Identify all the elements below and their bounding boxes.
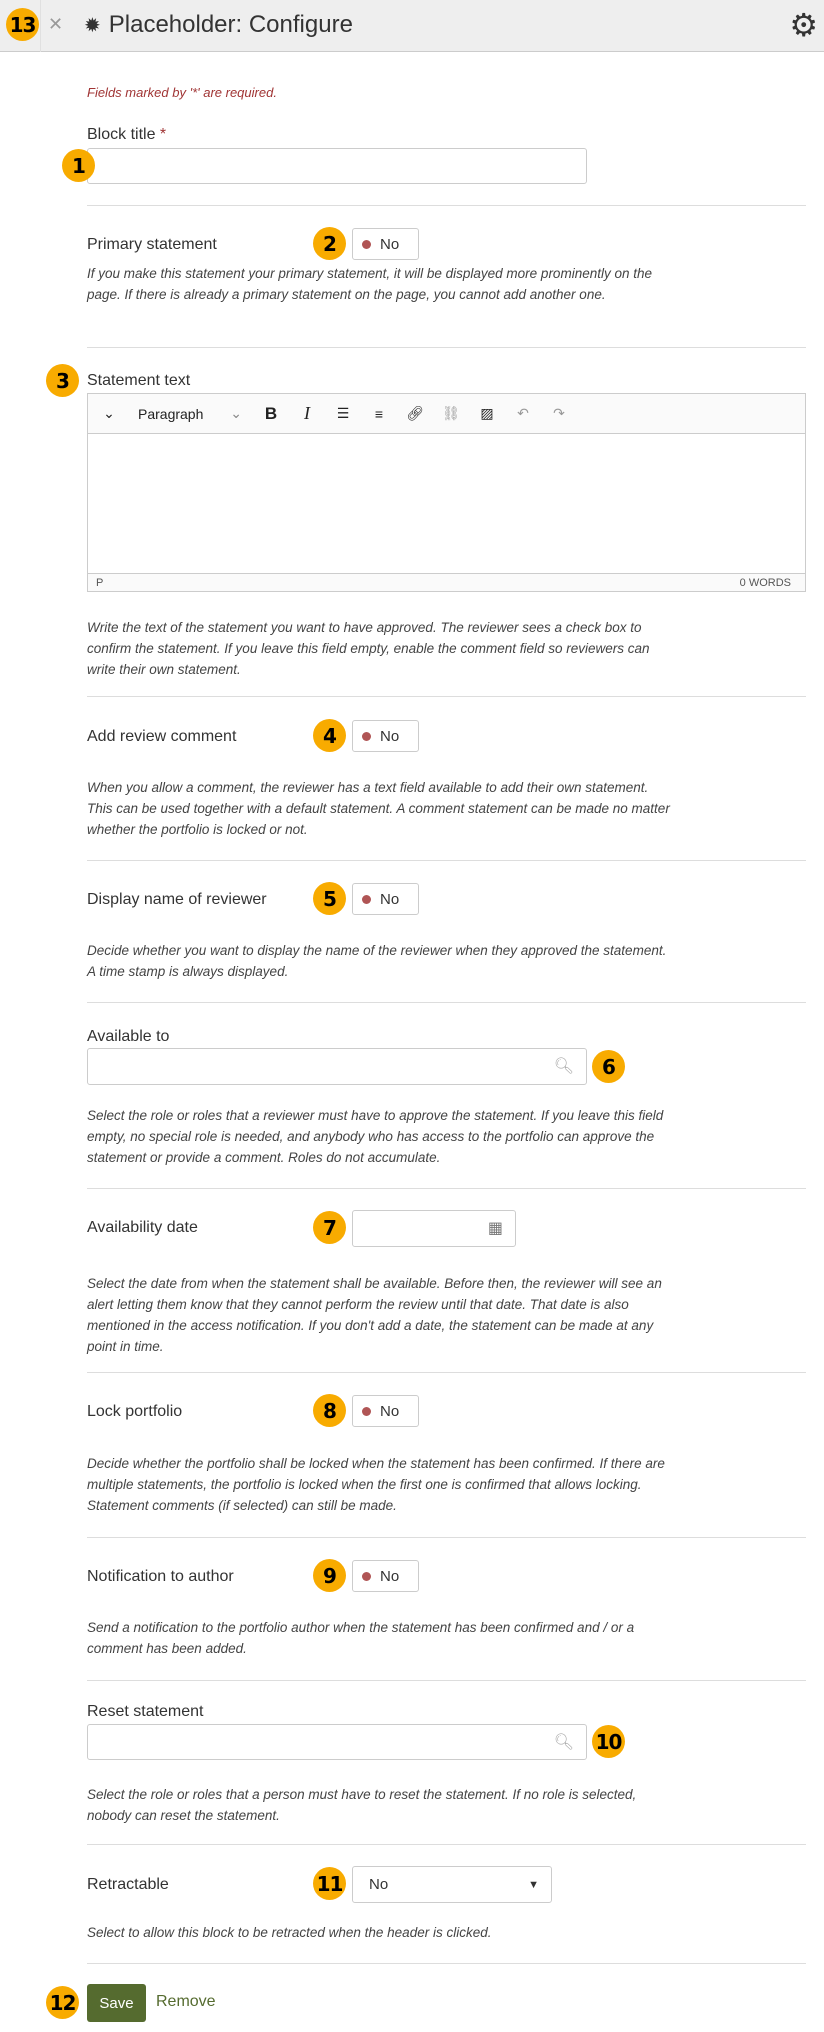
- block-title-input[interactable]: [87, 148, 587, 184]
- callout-badge: 1: [62, 149, 95, 182]
- title-text: Placeholder: Configure: [108, 11, 353, 38]
- remove-link[interactable]: Remove: [156, 1993, 216, 2011]
- off-dot-icon: [362, 731, 371, 741]
- callout-badge: 4: [313, 719, 346, 752]
- availability-date-label: Availability date: [87, 1219, 198, 1236]
- numbered-list-icon[interactable]: ≡: [364, 399, 394, 429]
- link-icon[interactable]: 🔗︎: [400, 399, 430, 429]
- caret-down-icon: ▼: [528, 1878, 539, 1891]
- undo-icon[interactable]: ↶: [508, 399, 538, 429]
- divider: [87, 696, 806, 697]
- image-icon[interactable]: ▨: [472, 399, 502, 429]
- callout-badge: 11: [313, 1867, 346, 1900]
- callout-badge: 3: [46, 364, 79, 397]
- primary-statement-toggle[interactable]: No: [352, 228, 419, 260]
- callout-badge: 7: [313, 1211, 346, 1244]
- editor-toolbar: ⌄ Paragraph ⌄ B I ☰ ≡ 🔗︎ ⛓︎ ▨ ↶ ↷: [88, 394, 805, 434]
- off-dot-icon: [362, 894, 371, 904]
- callout-badge: 12: [46, 1986, 79, 2019]
- divider: [87, 1537, 806, 1538]
- lock-portfolio-label: Lock portfolio: [87, 1403, 183, 1420]
- gears-icon[interactable]: ⚙: [789, 6, 818, 44]
- word-count: 0 WORDS: [739, 576, 791, 589]
- availability-date-input[interactable]: ▦: [352, 1210, 516, 1247]
- search-icon: 🔍︎: [553, 1734, 574, 1751]
- element-path: P: [96, 576, 104, 589]
- divider: [87, 1372, 806, 1373]
- add-review-comment-toggle[interactable]: No: [352, 720, 419, 752]
- chevron-down-icon[interactable]: ⌄: [94, 399, 124, 429]
- divider: [87, 860, 806, 861]
- divider: [87, 347, 806, 348]
- notification-help: Send a notification to the portfolio aut…: [87, 1620, 635, 1656]
- callout-badge: 6: [592, 1050, 625, 1083]
- required-note: Fields marked by '*' are required.: [87, 85, 277, 100]
- redo-icon[interactable]: ↷: [544, 399, 574, 429]
- retractable-help: Select to allow this block to be retract…: [87, 1925, 492, 1940]
- rich-text-editor[interactable]: ⌄ Paragraph ⌄ B I ☰ ≡ 🔗︎ ⛓︎ ▨ ↶ ↷ P 0 WORD…: [87, 393, 806, 592]
- divider: [87, 1680, 806, 1681]
- available-to-help: Select the role or roles that a reviewer…: [87, 1108, 664, 1165]
- reset-statement-input[interactable]: 🔍︎: [87, 1724, 587, 1760]
- reset-statement-help: Select the role or roles that a person m…: [87, 1787, 637, 1823]
- display-name-toggle[interactable]: No: [352, 883, 419, 915]
- editor-statusbar: P 0 WORDS: [88, 573, 805, 591]
- availability-date-help: Select the date from when the statement …: [87, 1276, 662, 1354]
- retractable-label: Retractable: [87, 1876, 169, 1893]
- available-to-input[interactable]: 🔍︎: [87, 1048, 587, 1085]
- unlink-icon[interactable]: ⛓︎: [436, 399, 466, 429]
- callout-badge: 10: [592, 1725, 625, 1758]
- bold-icon[interactable]: B: [256, 399, 286, 429]
- callout-badge: 13: [6, 8, 39, 41]
- lock-portfolio-toggle[interactable]: No: [352, 1395, 419, 1427]
- primary-statement-help: If you make this statement your primary …: [87, 266, 652, 302]
- divider: [87, 1844, 806, 1845]
- calendar-icon[interactable]: ▦: [488, 1218, 503, 1238]
- off-dot-icon: [362, 1571, 371, 1581]
- add-review-comment-label: Add review comment: [87, 728, 237, 745]
- format-select[interactable]: Paragraph ⌄: [130, 399, 250, 429]
- callout-badge: 5: [313, 882, 346, 915]
- callout-badge: 9: [313, 1559, 346, 1592]
- modal-title: ✹ Placeholder: Configure: [84, 11, 353, 39]
- add-review-comment-help: When you allow a comment, the reviewer h…: [87, 780, 670, 837]
- notification-label: Notification to author: [87, 1568, 234, 1585]
- save-button[interactable]: Save: [87, 1984, 146, 2022]
- bullet-list-icon[interactable]: ☰: [328, 399, 358, 429]
- display-name-label: Display name of reviewer: [87, 891, 267, 908]
- divider: [87, 1963, 806, 1964]
- off-dot-icon: [362, 239, 371, 249]
- statement-text-label: Statement text: [87, 372, 191, 389]
- divider: [87, 1188, 806, 1189]
- primary-statement-label: Primary statement: [87, 236, 217, 253]
- callout-badge: 8: [313, 1394, 346, 1427]
- statement-text-help: Write the text of the statement you want…: [87, 620, 650, 677]
- reset-statement-label: Reset statement: [87, 1703, 204, 1720]
- close-icon[interactable]: ✕: [48, 14, 63, 35]
- off-dot-icon: [362, 1406, 371, 1416]
- divider: [87, 1002, 806, 1003]
- notification-toggle[interactable]: No: [352, 1560, 419, 1592]
- callout-badge: 2: [313, 227, 346, 260]
- search-icon: 🔍︎: [553, 1058, 574, 1075]
- retractable-select[interactable]: No ▼: [352, 1866, 552, 1903]
- display-name-help: Decide whether you want to display the n…: [87, 943, 667, 979]
- divider: [87, 205, 806, 206]
- available-to-label: Available to: [87, 1028, 170, 1045]
- lock-portfolio-help: Decide whether the portfolio shall be lo…: [87, 1456, 665, 1513]
- block-title-label: Block title *: [87, 126, 167, 143]
- italic-icon[interactable]: I: [292, 399, 322, 429]
- header-divider: [40, 0, 41, 52]
- gear-icon: ✹: [84, 14, 101, 37]
